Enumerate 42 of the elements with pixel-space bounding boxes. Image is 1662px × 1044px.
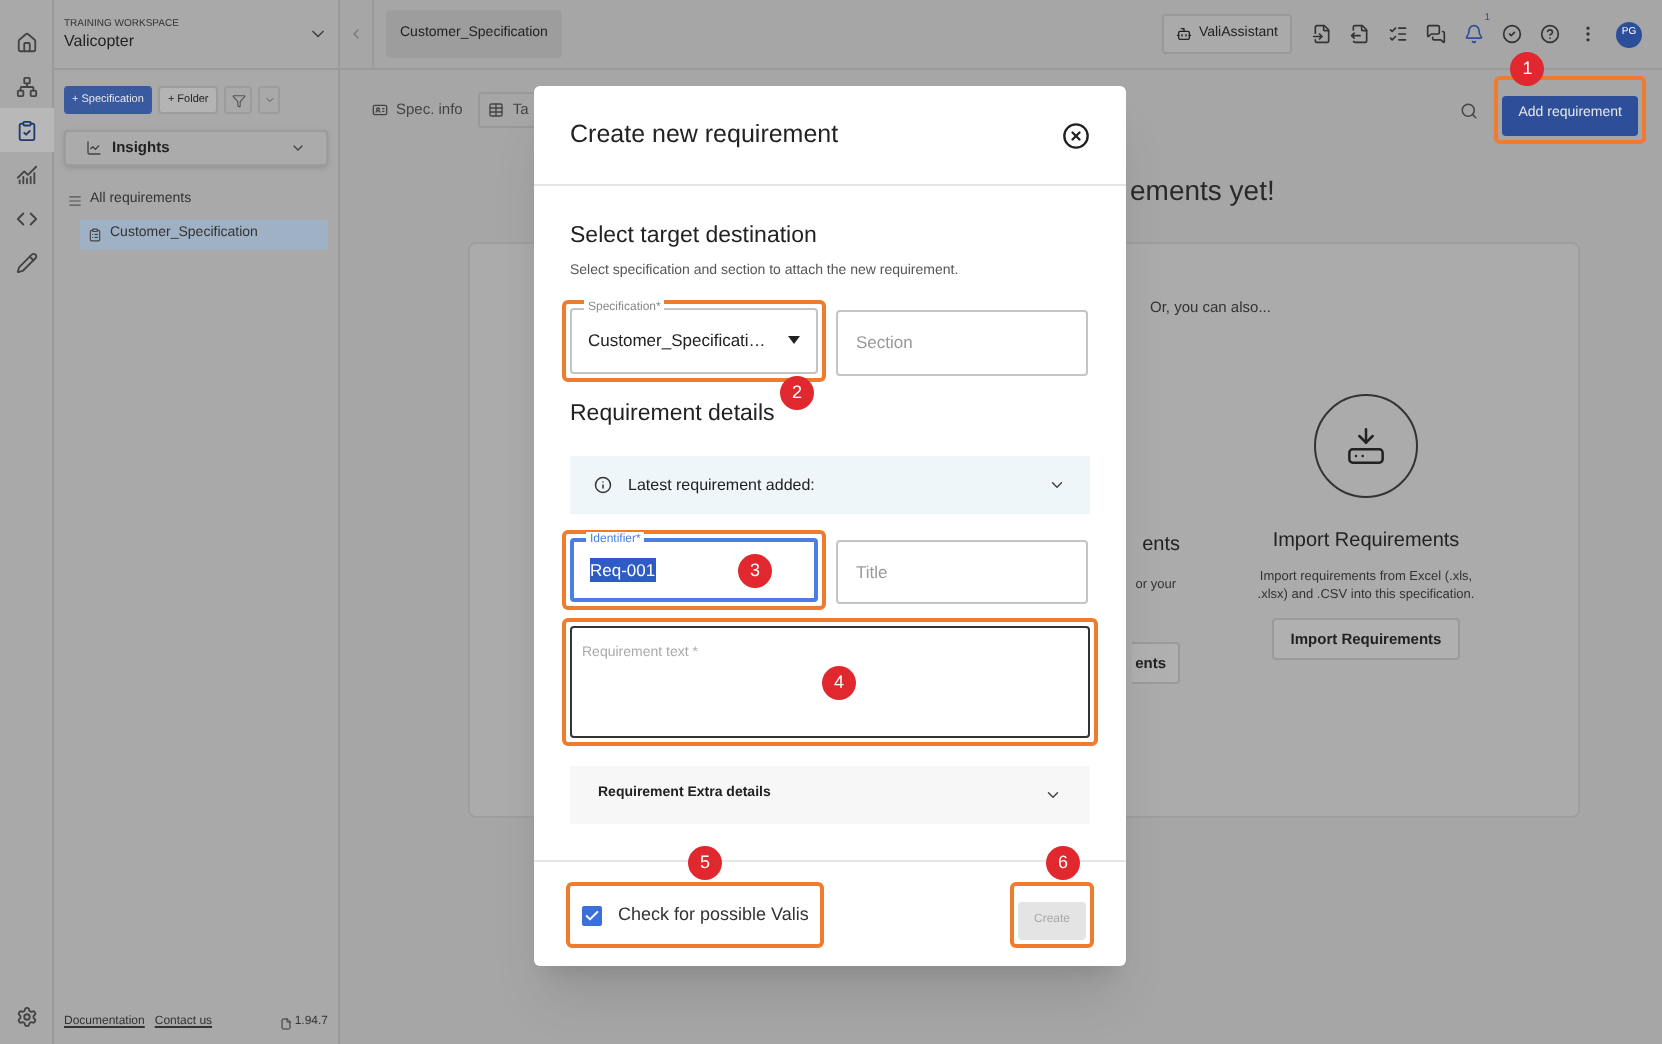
id-card-icon: [372, 102, 388, 118]
download-icon: [1314, 394, 1418, 499]
search-icon[interactable]: [1460, 101, 1479, 119]
table-icon: [488, 102, 505, 118]
chevron-icon: [263, 94, 276, 106]
info-icon: [594, 476, 612, 494]
list-icon: [68, 193, 82, 207]
empty-heading: ements yet!: [1130, 171, 1275, 210]
step-badge: 5: [688, 846, 722, 880]
chevron-icon: [290, 140, 306, 156]
settings-icon[interactable]: [15, 1006, 37, 1028]
checkbox[interactable]: [582, 905, 602, 925]
option-title: Import Requirements: [1272, 528, 1460, 557]
section-field[interactable]: Section: [836, 309, 1088, 376]
section-heading: Select target destination: [570, 222, 819, 252]
filter-icon: [231, 93, 246, 107]
step-badge: 6: [1045, 846, 1080, 880]
bell-icon[interactable]: [1464, 24, 1484, 44]
step-badge: 2: [780, 375, 814, 410]
robot-icon: [1176, 26, 1193, 42]
export-icon[interactable]: [1350, 24, 1370, 44]
clipboard-icon[interactable]: [0, 108, 53, 152]
file-icon: [280, 1017, 293, 1029]
checklist-icon[interactable]: [1388, 24, 1408, 44]
chart-icon: [86, 140, 102, 156]
step-badge: 4: [822, 666, 856, 700]
check-circle-icon[interactable]: [1502, 24, 1522, 44]
option-title: ents: [1142, 532, 1180, 561]
valis-checkbox[interactable]: Check for possible Valis: [574, 890, 817, 940]
workspace-name: Valicopter: [64, 33, 136, 49]
close-icon[interactable]: [1062, 121, 1090, 149]
filter-button[interactable]: [224, 86, 253, 114]
latest-requirement-panel[interactable]: Latest requirement added:: [570, 456, 1090, 514]
details-heading: Requirement details: [570, 399, 777, 430]
dialog-title: Create new requirement: [570, 118, 839, 153]
clipboard-icon: [88, 228, 102, 242]
step-badge: 3: [738, 554, 772, 588]
import-icon[interactable]: [1312, 24, 1332, 44]
title-field[interactable]: Title: [836, 540, 1088, 604]
chat-icon[interactable]: [1426, 24, 1446, 44]
help-icon[interactable]: [1540, 24, 1560, 44]
step-badge: 1: [1510, 52, 1545, 87]
